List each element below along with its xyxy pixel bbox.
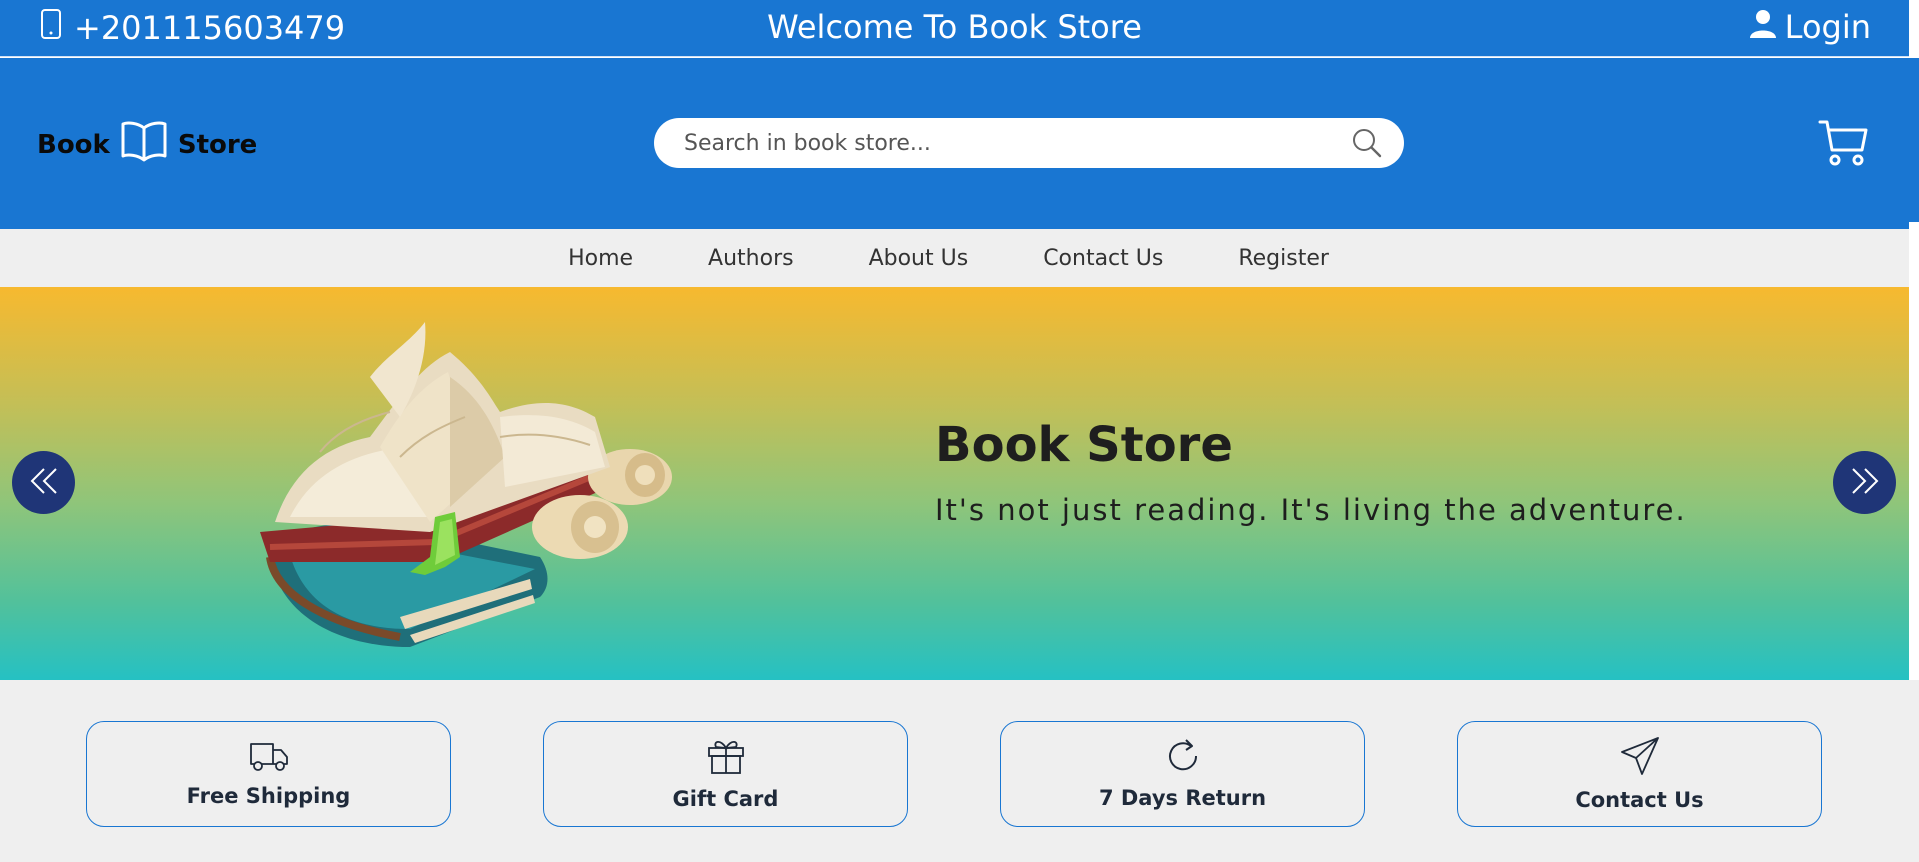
slider-prev-button[interactable] — [12, 451, 75, 514]
book-illustration — [250, 317, 680, 661]
search-input[interactable] — [684, 130, 1350, 156]
logo-text-book: Book — [37, 129, 110, 160]
slider-next-button[interactable] — [1833, 451, 1896, 514]
feature-label: Free Shipping — [186, 784, 351, 808]
site-logo[interactable]: Book Store — [37, 120, 257, 169]
features-section: Free Shipping Gift Card 7 Days Return Co… — [0, 680, 1919, 862]
hero-subtitle: It's not just reading. It's living the a… — [935, 493, 1687, 527]
feature-card-7-days-return[interactable]: 7 Days Return — [1000, 721, 1365, 827]
hero-title: Book Store — [935, 417, 1233, 473]
open-book-icon — [120, 120, 168, 169]
nav-item-contact-us[interactable]: Contact Us — [1043, 246, 1163, 271]
top-bar: +201115603479 Welcome To Book Store Logi… — [0, 0, 1909, 57]
logo-text-store: Store — [177, 129, 258, 160]
feature-label: Gift Card — [672, 787, 779, 811]
feature-card-gift-card[interactable]: Gift Card — [543, 721, 908, 827]
login-label: Login — [1784, 8, 1871, 46]
welcome-text: Welcome To Book Store — [767, 8, 1142, 46]
double-chevron-right-icon — [1849, 465, 1881, 501]
feature-card-contact-us[interactable]: Contact Us — [1457, 721, 1822, 827]
header-edge — [1909, 58, 1919, 222]
refresh-icon — [1165, 738, 1201, 778]
nav-item-about-us[interactable]: About Us — [869, 246, 969, 271]
double-chevron-left-icon — [28, 465, 60, 501]
login-button[interactable]: Login — [1749, 8, 1871, 46]
search-bar — [654, 118, 1404, 168]
cart-icon[interactable] — [1818, 118, 1868, 172]
feature-label: Contact Us — [1575, 788, 1704, 812]
user-icon — [1749, 8, 1777, 46]
nav-item-authors[interactable]: Authors — [708, 246, 794, 271]
send-icon — [1620, 736, 1660, 780]
search-icon[interactable] — [1350, 126, 1384, 160]
gift-icon — [707, 737, 745, 779]
hero-slider: Book Store It's not just reading. It's l… — [0, 287, 1909, 680]
nav-item-home[interactable]: Home — [568, 246, 633, 271]
main-nav: Home Authors About Us Contact Us Registe… — [0, 229, 1909, 287]
nav-item-register[interactable]: Register — [1238, 246, 1329, 271]
truck-icon — [249, 740, 289, 776]
feature-card-free-shipping[interactable]: Free Shipping — [86, 721, 451, 827]
feature-label: 7 Days Return — [1098, 786, 1267, 810]
